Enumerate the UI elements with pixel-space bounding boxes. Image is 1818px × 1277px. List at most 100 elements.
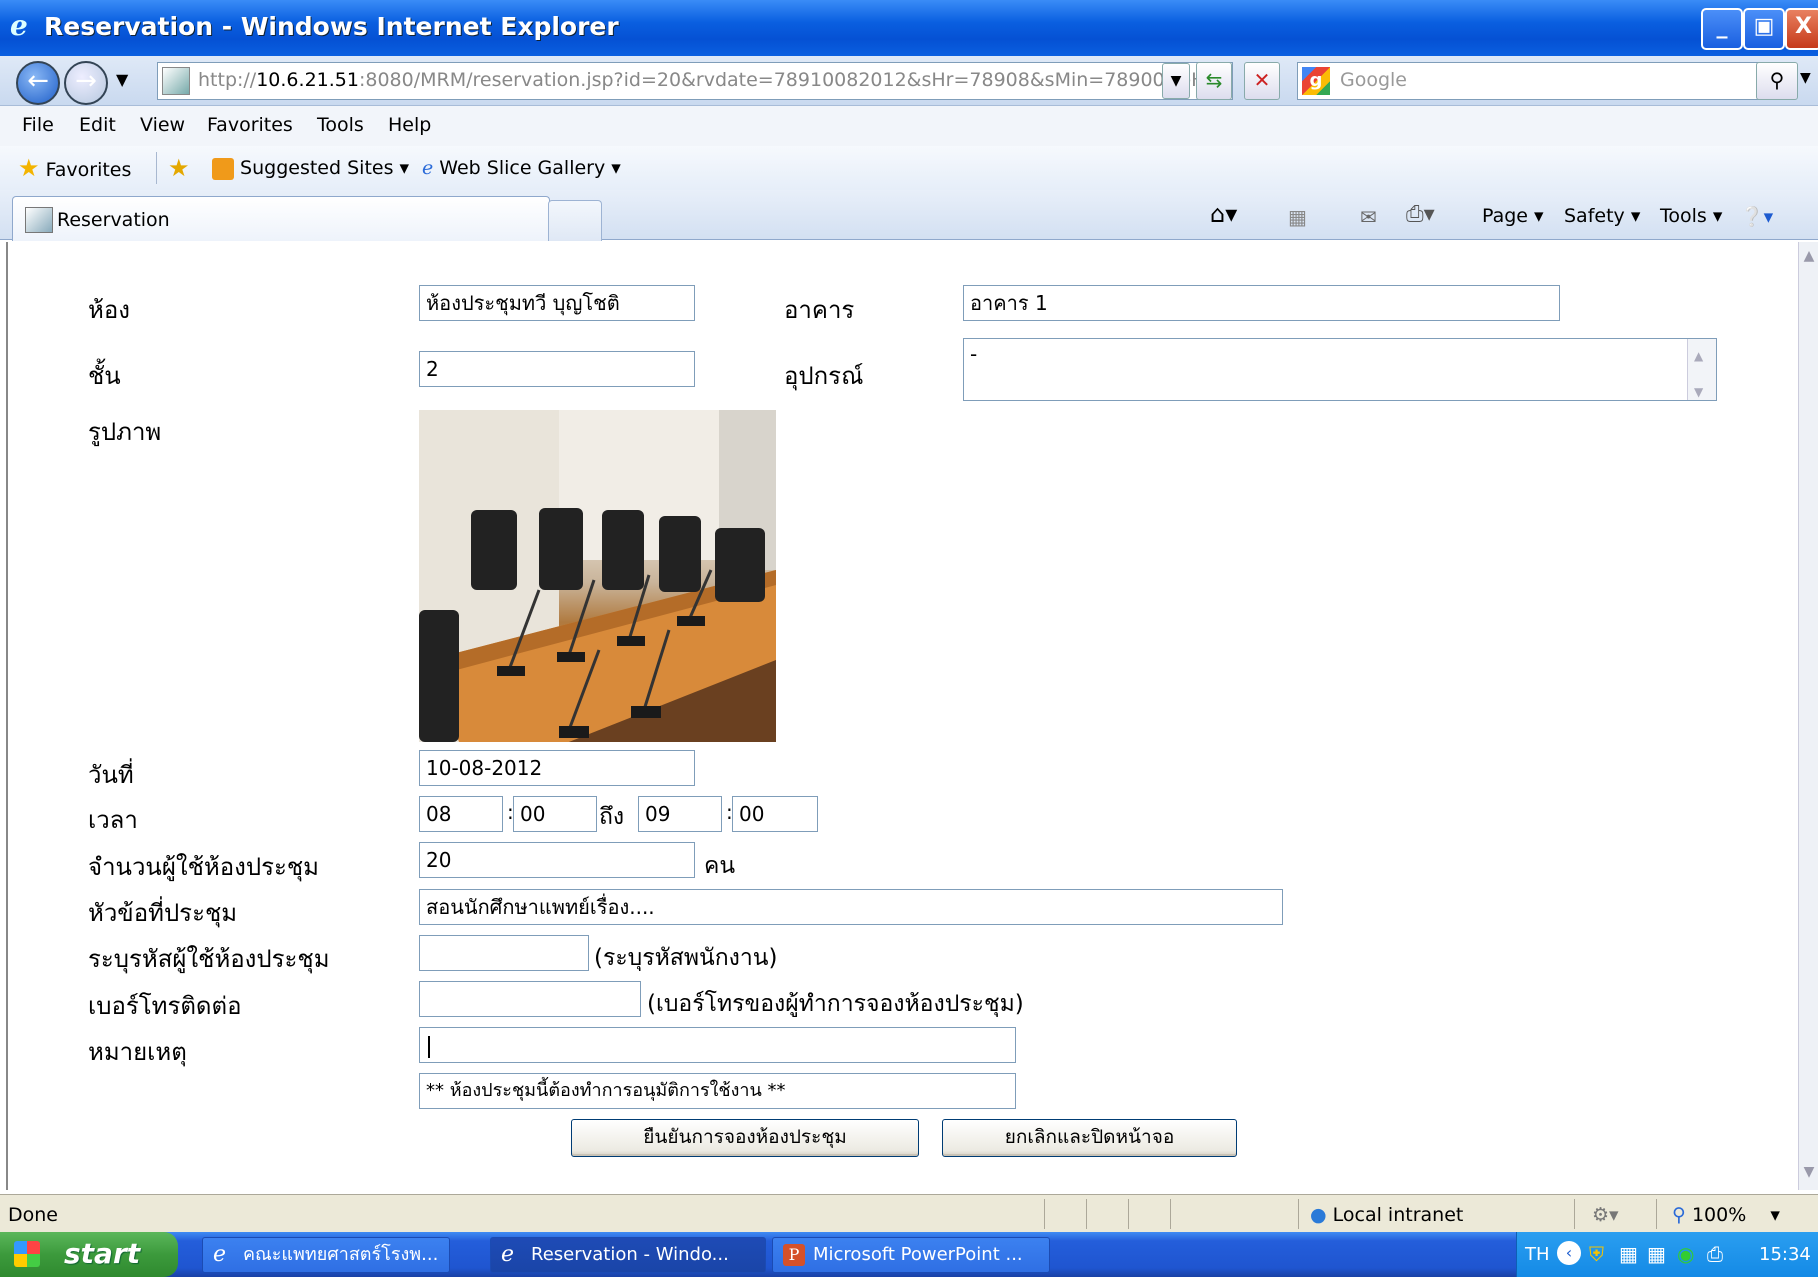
suggested-sites-label: Suggested Sites ▾ (240, 157, 410, 179)
phone-label: เบอร์โทรติดต่อ (88, 992, 242, 1020)
favorites-button[interactable]: ★ Favorites (18, 154, 131, 182)
suggested-sites-button[interactable]: Suggested Sites ▾ (212, 157, 409, 180)
floor-field[interactable]: 2 (419, 351, 695, 387)
start-min-field[interactable]: 00 (513, 796, 597, 832)
print-icon[interactable]: ⎙▾ (1406, 202, 1435, 227)
date-field[interactable]: 10-08-2012 (419, 750, 695, 786)
ie-page-icon: e (422, 157, 434, 179)
network-2-icon[interactable]: ▦ (1647, 1242, 1666, 1266)
tab-row: Reservation ⌂▾ ▦ ✉ ⎙▾ Page ▾ Safety ▾ To… (0, 190, 1818, 241)
taskbar-item-reservation[interactable]: e Reservation - Windo... (490, 1237, 766, 1273)
ie-icon: e (501, 1242, 515, 1267)
remark-label: หมายเหตุ (88, 1038, 187, 1066)
tools-menu[interactable]: Tools ▾ (1660, 205, 1722, 227)
stop-icon[interactable]: ✕ (1244, 62, 1280, 100)
show-hidden-icons-icon[interactable]: ‹ (1557, 1241, 1581, 1265)
scroll-down-icon[interactable]: ▼ (1801, 1164, 1817, 1182)
back-button[interactable]: ← (16, 61, 60, 105)
minimize-button[interactable]: _ (1701, 8, 1743, 50)
safety-menu[interactable]: Safety ▾ (1564, 205, 1640, 227)
maximize-button[interactable]: ▣ (1743, 8, 1785, 50)
room-field[interactable]: ห้องประชุมทวี บุญโชติ (419, 285, 695, 321)
powerpoint-icon: P (783, 1244, 805, 1266)
zone-label: Local intranet (1332, 1204, 1464, 1226)
status-divider (1128, 1199, 1129, 1229)
meeting-room-illustration (419, 410, 776, 742)
vertical-scrollbar[interactable]: ▲ ▼ (1798, 242, 1818, 1190)
tab-favicon-icon (25, 207, 53, 233)
language-indicator[interactable]: TH (1525, 1244, 1550, 1265)
mail-icon[interactable]: ✉ (1360, 205, 1377, 229)
cancel-close-button[interactable]: ยกเลิกและปิดหน้าจอ (942, 1119, 1237, 1157)
network-icon[interactable]: ▦ (1619, 1242, 1638, 1266)
home-icon[interactable]: ⌂▾ (1210, 200, 1237, 228)
building-field[interactable]: อาคาร 1 (963, 285, 1560, 321)
antivirus-icon[interactable]: ◉ (1677, 1242, 1694, 1266)
menu-file[interactable]: File (22, 114, 54, 136)
address-dropdown-icon[interactable]: ▼ (1162, 63, 1190, 99)
scroll-up-icon[interactable]: ▲ (1801, 248, 1817, 266)
history-dropdown-icon[interactable]: ▼ (116, 70, 128, 89)
system-tray: TH ‹ ⛨ ▦ ▦ ◉ ⎙ 15:34 (1516, 1232, 1818, 1277)
protected-mode-icon[interactable]: ⚙▾ (1592, 1204, 1619, 1226)
clock[interactable]: 15:34 (1759, 1244, 1811, 1265)
close-button[interactable]: X (1785, 8, 1818, 50)
attendees-field[interactable]: 20 (419, 842, 695, 878)
menu-help[interactable]: Help (388, 114, 431, 136)
equipment-scroll-down-icon[interactable]: ▼ (1694, 377, 1703, 400)
windows-logo-icon (14, 1241, 40, 1267)
floor-label: ชั้น (88, 362, 121, 390)
start-button[interactable]: start (0, 1232, 178, 1277)
search-options-icon[interactable]: ▼ (1800, 70, 1811, 86)
room-label: ห้อง (88, 296, 130, 324)
text-cursor (428, 1035, 430, 1058)
taskbar-item-label: Reservation - Windo... (531, 1244, 729, 1265)
phone-field[interactable] (419, 981, 641, 1017)
taskbar-item-faculty[interactable]: e คณะแพทยศาสตร์โรงพ... (202, 1237, 450, 1273)
confirm-reservation-button[interactable]: ยืนยันการจองห้องประชุม (571, 1119, 919, 1157)
menu-edit[interactable]: Edit (79, 114, 116, 136)
start-label: start (64, 1237, 141, 1270)
menu-favorites[interactable]: Favorites (207, 114, 293, 136)
status-divider (1170, 1199, 1171, 1229)
url-host: 10.6.21.51 (256, 69, 359, 91)
new-tab-button[interactable] (548, 200, 602, 241)
zoom-icon: ⚲ (1672, 1204, 1686, 1226)
printer-tray-icon[interactable]: ⎙ (1707, 1242, 1723, 1266)
url-prefix: http:// (198, 69, 257, 91)
window-title-bar[interactable]: e Reservation - Windows Internet Explore… (0, 0, 1818, 56)
end-min-field[interactable]: 00 (732, 796, 818, 832)
search-input[interactable]: g Google (1297, 62, 1791, 100)
phone-hint: (เบอร์โทรของผู้ทำการจองห้องประชุม) (647, 991, 1024, 1017)
url-rest: :8080/MRM/reservation.jsp?id=20&rvdate=7… (358, 69, 1233, 91)
refresh-icon[interactable]: ⇆ (1196, 62, 1232, 100)
equipment-label: อุปกรณ์ (784, 362, 864, 390)
zone-indicator: ● Local intranet (1310, 1204, 1463, 1226)
add-favorite-button[interactable]: ★ (168, 154, 190, 182)
user-id-field[interactable] (419, 935, 589, 971)
start-hour-field[interactable]: 08 (419, 796, 503, 832)
favorites-divider (156, 152, 157, 184)
page-menu[interactable]: Page ▾ (1482, 205, 1544, 227)
building-label: อาคาร (784, 296, 855, 324)
address-input[interactable]: http://10.6.21.51:8080/MRM/reservation.j… (157, 62, 1233, 100)
taskbar-item-powerpoint[interactable]: P Microsoft PowerPoint ... (772, 1237, 1050, 1273)
topic-field[interactable]: สอนนักศึกษาแพทย์เรื่อง.... (419, 889, 1283, 925)
security-shield-icon[interactable]: ⛨ (1589, 1242, 1604, 1266)
feeds-icon[interactable]: ▦ (1288, 205, 1307, 229)
equipment-textarea[interactable]: - ▲ ▼ (963, 338, 1717, 401)
zoom-control[interactable]: ⚲ 100% ▾ (1672, 1204, 1780, 1226)
end-hour-field[interactable]: 09 (638, 796, 722, 832)
web-slice-gallery-button[interactable]: e Web Slice Gallery ▾ (422, 157, 621, 179)
help-icon[interactable]: ❔▾ (1740, 205, 1773, 228)
remark-field[interactable] (419, 1027, 1016, 1063)
search-button-icon[interactable]: ⚲ (1756, 62, 1798, 100)
ie-logo-icon: e (10, 9, 28, 42)
menu-tools[interactable]: Tools (317, 114, 364, 136)
equipment-scrollbar[interactable]: ▲ ▼ (1687, 339, 1716, 400)
equipment-scroll-up-icon[interactable]: ▲ (1694, 341, 1703, 371)
equipment-value: - (970, 342, 978, 366)
forward-button[interactable]: → (64, 61, 108, 105)
menu-view[interactable]: View (140, 114, 185, 136)
tab-reservation[interactable]: Reservation (12, 196, 550, 241)
